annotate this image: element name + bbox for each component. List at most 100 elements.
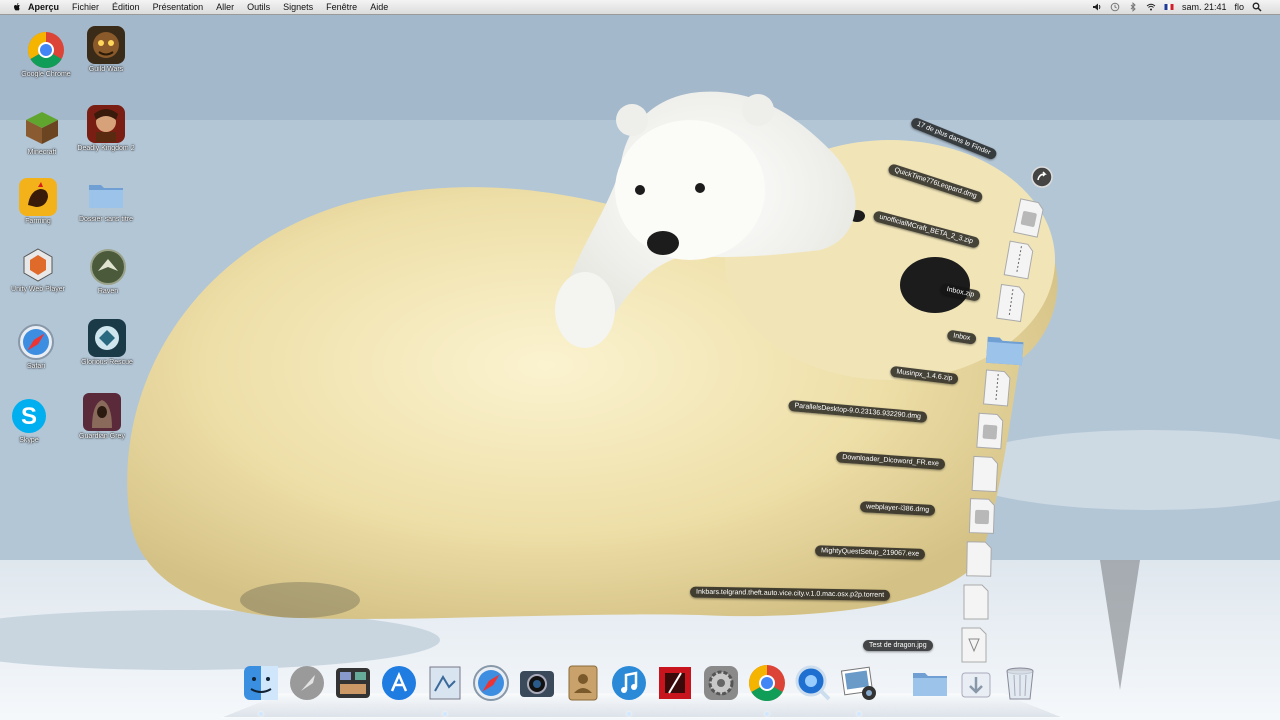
desktop-icon-label: Unity Web Player (11, 286, 65, 293)
safari-icon (16, 322, 56, 362)
folder-icon[interactable] (984, 329, 1026, 368)
hooded-warrior-icon (82, 392, 122, 432)
zip-file-icon[interactable] (995, 283, 1028, 323)
dock-running-indicator (443, 712, 447, 716)
applications-folder-icon (913, 673, 947, 696)
desktop-icon-label: Skype (19, 437, 39, 444)
desktop-icon-minecraft[interactable]: Minecraft (7, 108, 77, 157)
exe-file-icon[interactable] (965, 541, 994, 577)
menu-app-name[interactable]: Aperçu (28, 2, 59, 12)
dock-preview[interactable] (425, 663, 465, 703)
desktop-icon-label: Minecraft (27, 149, 57, 156)
dock-contacts[interactable] (563, 663, 603, 703)
desktop-wallpaper (0, 0, 1280, 720)
input-source-flag-icon[interactable] (1164, 2, 1174, 12)
app-store-icon (382, 666, 416, 700)
stack-open-in-finder-icon[interactable] (1031, 166, 1053, 188)
mission-control-icon (336, 668, 370, 698)
dock-photo-booth-red[interactable] (655, 663, 695, 703)
desktop-icon-guardian-grey[interactable]: Guardian Grey (67, 392, 137, 441)
trash-icon (1006, 667, 1034, 700)
menu-edition[interactable]: Édition (112, 2, 140, 12)
crest-icon (87, 318, 127, 358)
dmg-file-icon[interactable] (975, 412, 1005, 450)
dmg-file-icon[interactable] (967, 498, 996, 535)
chrome-icon (748, 665, 785, 702)
desktop-icon-guild-wars[interactable]: Guild Wars (71, 25, 141, 74)
dock-mission-control[interactable] (333, 663, 373, 703)
zip-file-icon[interactable] (981, 369, 1012, 407)
dock-photo-booth[interactable] (517, 663, 557, 703)
desktop-icon-deadly-kingdom[interactable]: Deadly Kingdom 2 (71, 104, 141, 153)
menu-aller[interactable]: Aller (216, 2, 234, 12)
svg-text:S: S (21, 403, 37, 430)
chrome-icon (26, 30, 66, 70)
desktop-icon-raven[interactable]: Raven (73, 247, 143, 296)
menu-aide[interactable]: Aide (370, 2, 388, 12)
desktop-icon-label: Guardian Grey (79, 433, 125, 440)
desktop-icon-safari[interactable]: Safari (1, 322, 71, 371)
rooster-game-icon (18, 177, 58, 217)
warrior-game-icon (86, 104, 126, 144)
dock-running-indicator (259, 712, 263, 716)
volume-icon[interactable] (1092, 2, 1102, 12)
spotlight-icon[interactable] (1252, 2, 1262, 12)
desktop-icon-unity-web-player[interactable]: Unity Web Player (3, 245, 73, 294)
dock-downloads-stack[interactable] (956, 663, 996, 703)
dock-iphoto[interactable] (839, 663, 879, 703)
exe-file-icon[interactable] (970, 455, 1000, 493)
iphoto-icon (840, 666, 876, 700)
raven-icon (88, 247, 128, 287)
monkey-game-icon (86, 25, 126, 65)
desktop-icon-label: Glorious Rescue (81, 359, 133, 366)
finder-icon (244, 666, 278, 700)
downloads-stack-icon (961, 672, 991, 698)
menu-signets[interactable]: Signets (283, 2, 313, 12)
unity-icon (18, 245, 58, 285)
dock-safari[interactable] (471, 663, 511, 703)
system-preferences-icon (704, 666, 738, 700)
dock-applications-folder[interactable] (910, 663, 950, 703)
quicktime-icon (795, 665, 831, 701)
launchpad-icon (290, 666, 324, 700)
minecraft-icon (22, 108, 62, 148)
dock-quicktime[interactable] (793, 663, 833, 703)
menu-presentation[interactable]: Présentation (153, 2, 204, 12)
itunes-icon (612, 666, 646, 700)
dock-itunes[interactable] (609, 663, 649, 703)
menu-user[interactable]: flo (1234, 2, 1244, 12)
safari-icon (473, 665, 509, 701)
time-machine-icon[interactable] (1110, 2, 1120, 12)
desktop-icon-label: Deadly Kingdom 2 (77, 145, 135, 152)
bluetooth-icon[interactable] (1128, 2, 1138, 12)
preview-icon (429, 666, 461, 700)
skype-icon: S (9, 396, 49, 436)
desktop-icon-label: Guild Wars (88, 66, 124, 73)
desktop-icon-dossier-sans-titre[interactable]: Dossier sans titre (71, 175, 141, 224)
stack-item-label[interactable]: Test de dragon.jpg (863, 640, 933, 651)
contacts-icon (568, 665, 598, 701)
dock-system-preferences[interactable] (701, 663, 741, 703)
dock-app-store[interactable] (379, 663, 419, 703)
photo-booth-red-icon (659, 667, 691, 699)
desktop-icon-label: Safari (26, 363, 46, 370)
wifi-icon[interactable] (1146, 2, 1156, 12)
menu-clock[interactable]: sam. 21:41 (1182, 2, 1227, 12)
folder-icon (86, 175, 126, 215)
dock-trash[interactable] (1000, 663, 1040, 703)
desktop-icon-label: Dossier sans titre (78, 216, 134, 223)
torrent-file-icon[interactable] (962, 584, 990, 620)
desktop-icon-skype[interactable]: S Skype (0, 396, 64, 445)
menu-outils[interactable]: Outils (247, 2, 270, 12)
desktop-icon-farming[interactable]: Farming (3, 177, 73, 226)
dock-google-chrome[interactable] (747, 663, 787, 703)
dock-launchpad[interactable] (287, 663, 327, 703)
dock-running-indicator (627, 712, 631, 716)
desktop-icon-glorious-rescue[interactable]: Glorious Rescue (72, 318, 142, 367)
apple-menu-icon[interactable] (12, 2, 22, 12)
dock-finder[interactable] (241, 663, 281, 703)
menu-fichier[interactable]: Fichier (72, 2, 99, 12)
jpg-file-icon[interactable] (960, 627, 988, 663)
desktop-icon-label: Farming (25, 218, 51, 225)
menu-fenetre[interactable]: Fenêtre (326, 2, 357, 12)
